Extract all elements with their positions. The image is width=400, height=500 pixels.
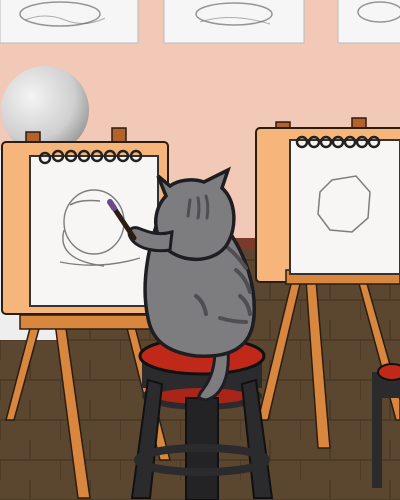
wall-sketch-left — [0, 0, 139, 44]
cat-artist-scene — [0, 0, 400, 500]
stool — [130, 336, 274, 500]
right-sketch-pad — [289, 135, 400, 275]
wall-sketch-right — [337, 0, 400, 44]
plaster-sphere-icon — [1, 66, 89, 154]
illustration — [0, 0, 400, 500]
wall-sketch-center — [163, 0, 305, 44]
